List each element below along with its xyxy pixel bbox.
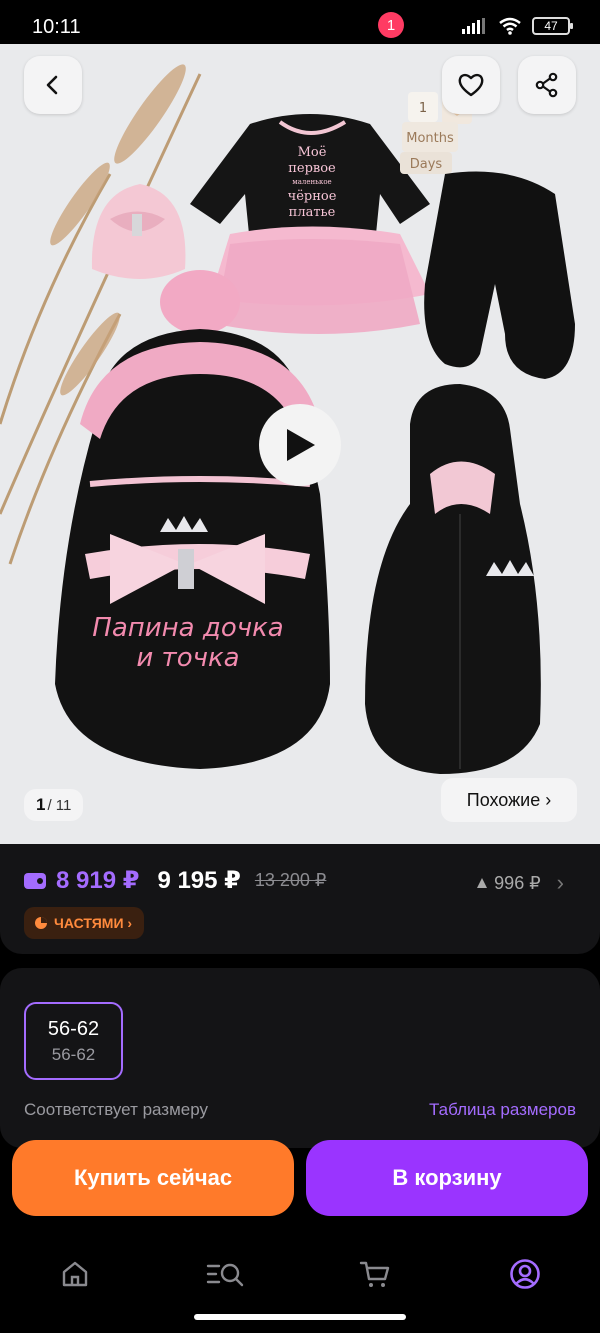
- play-icon: [287, 429, 315, 461]
- main-price: 9 195 ₽: [157, 867, 241, 894]
- bodysuit-text-1: Моё: [298, 145, 327, 160]
- old-price: 13 200 ₽: [254, 870, 327, 890]
- buy-now-button[interactable]: Купить сейчас: [12, 1140, 294, 1216]
- block-text-1: 1: [419, 101, 427, 116]
- play-video-button[interactable]: [259, 404, 341, 486]
- bodysuit-text-3: маленькое: [292, 178, 331, 186]
- black-pants: [424, 171, 575, 379]
- size-card: 56-62 56-62 Соответствует размеру Таблиц…: [0, 968, 600, 1148]
- gallery-counter-total: / 11: [47, 796, 72, 814]
- back-button[interactable]: [24, 56, 82, 114]
- nav-profile[interactable]: [503, 1252, 547, 1296]
- wallet-price: 8 919 ₽: [56, 867, 140, 894]
- add-to-cart-button[interactable]: В корзину: [306, 1140, 588, 1216]
- chevron-right-icon: ›: [556, 870, 564, 895]
- cart-badge: 1: [378, 12, 404, 38]
- battery-icon: 47: [532, 17, 573, 35]
- size-table-link[interactable]: Таблица размеров: [429, 1100, 576, 1120]
- nav-home[interactable]: [53, 1252, 97, 1296]
- similar-button[interactable]: Похожие ›: [441, 778, 577, 822]
- size-option[interactable]: 56-62 56-62: [24, 1002, 123, 1080]
- block-text-2: Months: [406, 131, 454, 146]
- price-card: 8 919 ₽ 9 195 ₽ 13 200 ₽ 996 ₽ › ЧАСТЯМИ…: [0, 844, 600, 954]
- size-option-sublabel: 56-62: [51, 1044, 96, 1064]
- cart-icon: [359, 1261, 390, 1287]
- block-text-3: Days: [410, 157, 443, 172]
- home-icon: [62, 1261, 88, 1287]
- status-icons: 47: [462, 17, 573, 35]
- share-button[interactable]: [518, 56, 576, 114]
- product-gallery[interactable]: Моё первое маленькое чёрное платье 1 Mon…: [0, 44, 600, 844]
- bodysuit-text-2: первое: [288, 161, 336, 176]
- installments-label: ЧАСТЯМИ ›: [54, 915, 133, 931]
- wallet-icon: [24, 872, 46, 889]
- right-sleeping-bag: [365, 384, 541, 774]
- bodysuit-text-5: платье: [289, 205, 336, 220]
- pink-hat: [91, 184, 186, 279]
- nav-cart[interactable]: [353, 1252, 397, 1296]
- heart-icon: [458, 73, 484, 97]
- price-row: 8 919 ₽ 9 195 ₽ 13 200 ₽: [24, 866, 326, 895]
- pie-icon: [35, 917, 47, 929]
- catalog-search-icon: [206, 1263, 244, 1287]
- signal-icon: [462, 18, 485, 34]
- triangle-up-icon: [477, 878, 488, 888]
- bodysuit-text-4: чёрное: [288, 189, 337, 204]
- nav-catalog[interactable]: [203, 1252, 247, 1296]
- status-time: 10:11: [32, 16, 81, 38]
- wifi-icon: [499, 17, 521, 35]
- envelope-print-line1: Папина дочка: [92, 613, 283, 643]
- home-indicator: [194, 1314, 406, 1320]
- gallery-counter: 1 / 11: [24, 789, 84, 821]
- bonus-points[interactable]: 996 ₽ ›: [476, 870, 564, 896]
- profile-icon: [510, 1259, 540, 1289]
- envelope-print-line2: и точка: [136, 643, 239, 673]
- size-fit-text: Соответствует размеру: [24, 1100, 208, 1119]
- favorite-button[interactable]: [442, 56, 500, 114]
- installments-badge[interactable]: ЧАСТЯМИ ›: [24, 907, 145, 939]
- share-icon: [535, 72, 558, 98]
- size-option-label: 56-62: [47, 1017, 100, 1040]
- chevron-left-icon: [46, 75, 58, 95]
- bonus-value: 996 ₽: [494, 872, 541, 893]
- gallery-counter-current: 1: [36, 795, 46, 814]
